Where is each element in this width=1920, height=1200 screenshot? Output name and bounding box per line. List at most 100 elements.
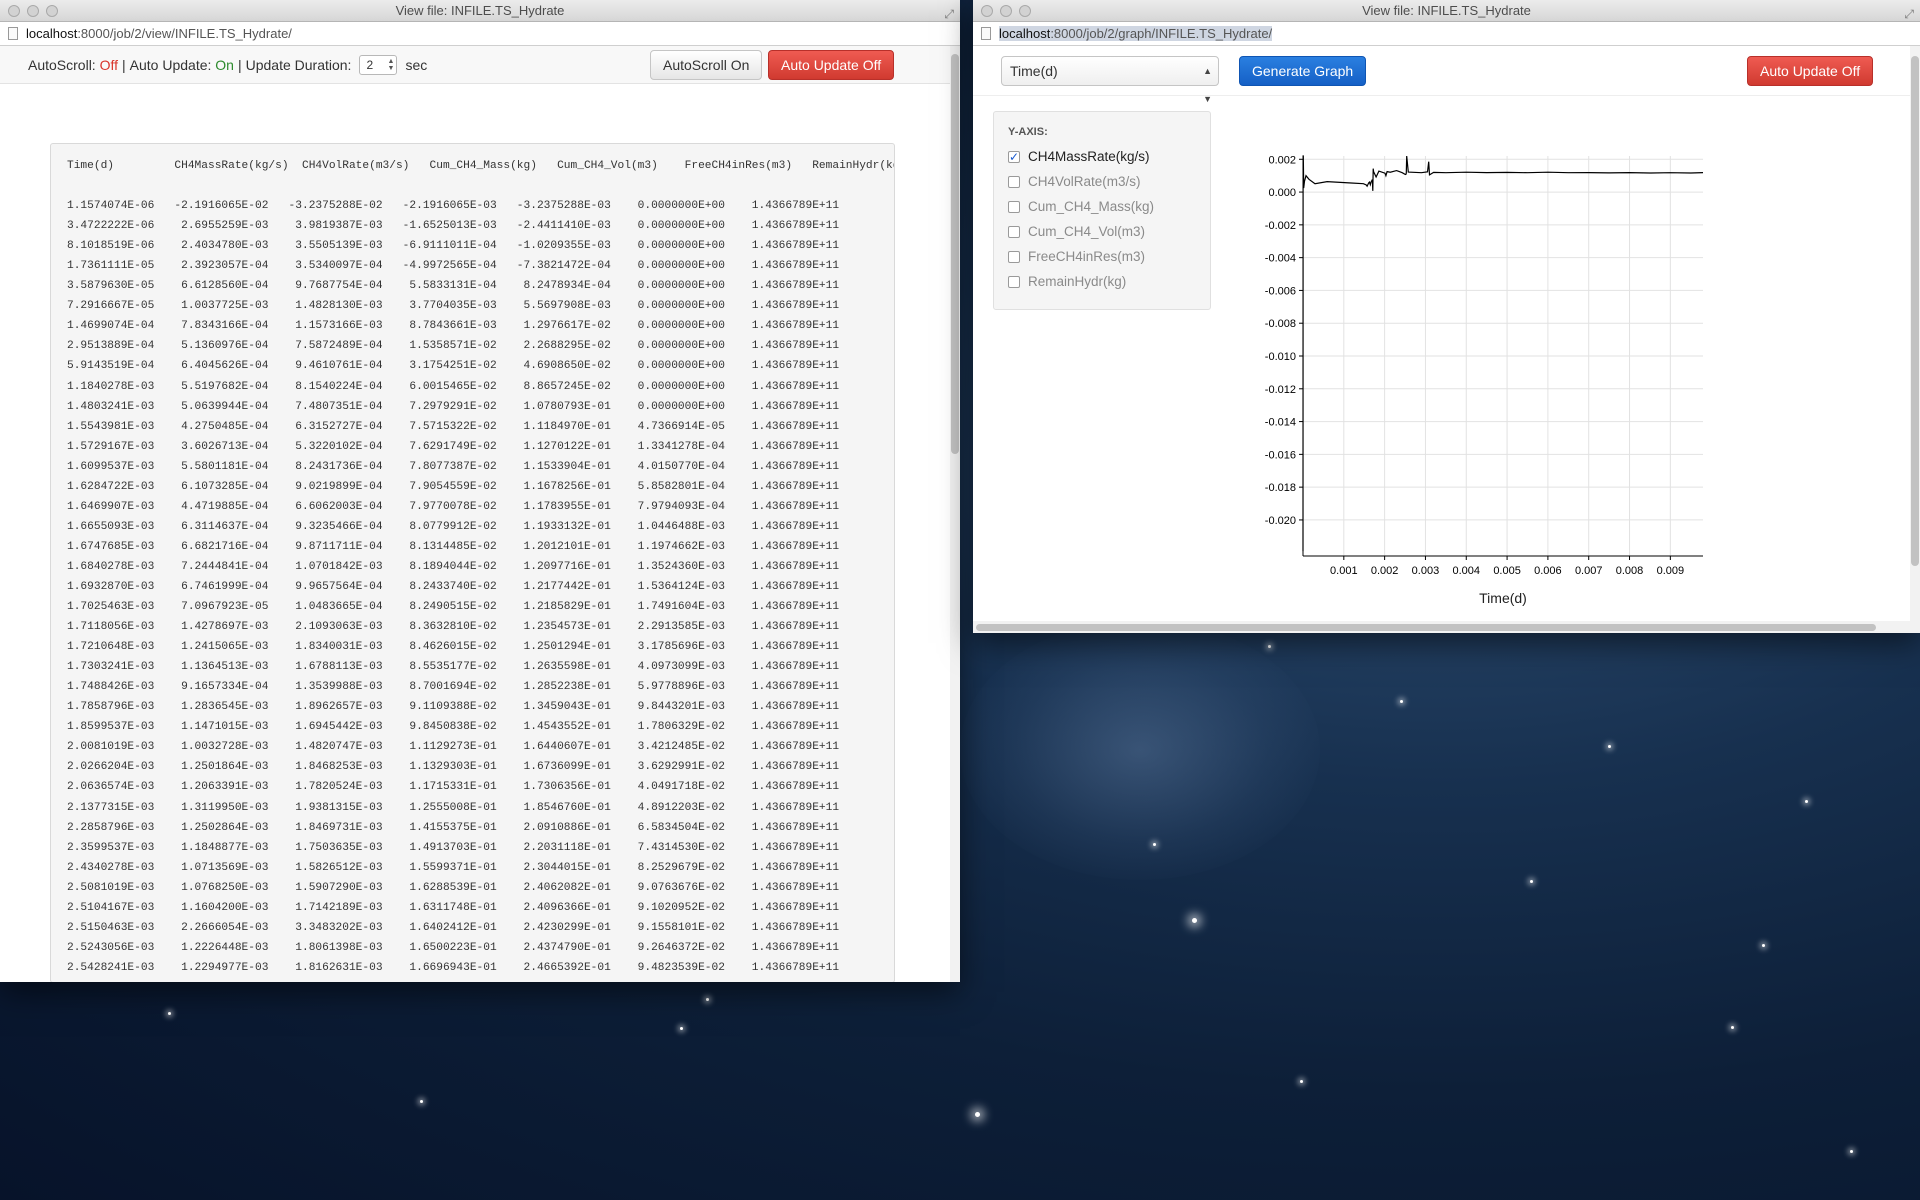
file-view-window: View file: INFILE.TS_Hydrate ⤢ localhost… bbox=[0, 0, 960, 982]
vertical-scrollbar[interactable] bbox=[1910, 46, 1920, 621]
horizontal-scrollbar[interactable] bbox=[973, 621, 1920, 633]
x-tick-label: 0.007 bbox=[1575, 565, 1603, 577]
autoscroll-state: Off bbox=[99, 56, 119, 73]
star bbox=[1400, 700, 1403, 703]
y-axis-option[interactable]: FreeCH4inRes(m3) bbox=[1008, 244, 1196, 269]
y-axis-option[interactable]: CH4VolRate(m3/s) bbox=[1008, 169, 1196, 194]
x-tick-label: 0.002 bbox=[1371, 565, 1399, 577]
checkbox[interactable] bbox=[1008, 200, 1020, 213]
x-axis-select-value: Time(d) bbox=[1010, 63, 1058, 79]
scrollbar-thumb[interactable] bbox=[951, 54, 959, 454]
close-button[interactable] bbox=[8, 5, 20, 17]
page-icon bbox=[8, 27, 18, 40]
url-path: :8000/job/2/view/INFILE.TS_Hydrate/ bbox=[77, 26, 292, 41]
vertical-scrollbar[interactable] bbox=[950, 46, 960, 982]
scrollbar-thumb[interactable] bbox=[1911, 56, 1919, 566]
x-tick-label: 0.004 bbox=[1452, 565, 1480, 577]
y-axis-panel: Y-AXIS: ✓ CH4MassRate(kg/s) CH4VolRate(m3/… bbox=[993, 111, 1211, 310]
checkbox-checked[interactable]: ✓ bbox=[1008, 150, 1020, 163]
x-tick-label: 0.008 bbox=[1616, 565, 1644, 577]
y-axis-title: Y-AXIS: bbox=[1008, 126, 1048, 138]
url-host: localhost bbox=[26, 26, 78, 41]
title-bar: View file: INFILE.TS_Hydrate ⤢ bbox=[0, 0, 960, 22]
x-axis-select[interactable]: Time(d) ▲ ▼ bbox=[1001, 56, 1219, 104]
address-bar[interactable]: localhost:8000/job/2/view/INFILE.TS_Hydr… bbox=[0, 22, 960, 46]
autoupdate-state: On bbox=[215, 56, 234, 73]
y-axis-option-label: FreeCH4inRes(m3) bbox=[1028, 249, 1146, 264]
minimize-button[interactable] bbox=[1000, 5, 1012, 17]
y-axis-option[interactable]: Cum_CH4_Vol(m3) bbox=[1008, 219, 1196, 244]
x-tick-label: 0.001 bbox=[1330, 565, 1358, 577]
star bbox=[1530, 880, 1533, 883]
window-title: View file: INFILE.TS_Hydrate bbox=[1362, 3, 1531, 18]
page-icon bbox=[981, 27, 991, 40]
star bbox=[168, 1012, 171, 1015]
autoscroll-label: AutoScroll: bbox=[28, 56, 96, 73]
x-tick-label: 0.003 bbox=[1412, 565, 1440, 577]
scrollbar-thumb[interactable] bbox=[976, 624, 1876, 631]
y-axis-option[interactable]: ✓ CH4MassRate(kg/s) bbox=[1008, 144, 1196, 169]
stepper-icon[interactable]: ▲ ▼ bbox=[388, 58, 395, 72]
star bbox=[1300, 1080, 1303, 1083]
y-tick-label: 0.000 bbox=[1268, 187, 1296, 199]
y-tick-label: -0.014 bbox=[1265, 417, 1296, 429]
star bbox=[1268, 645, 1271, 648]
duration-value: 2 bbox=[366, 57, 374, 72]
fullscreen-icon[interactable]: ⤢ bbox=[944, 3, 954, 25]
y-axis-option-label: CH4VolRate(m3/s) bbox=[1028, 174, 1141, 189]
star bbox=[1805, 800, 1808, 803]
autoupdate-label: Auto Update: bbox=[129, 56, 212, 73]
duration-input[interactable]: 2 ▲ ▼ bbox=[359, 54, 398, 75]
window-controls bbox=[8, 5, 58, 17]
checkbox[interactable] bbox=[1008, 250, 1020, 263]
star bbox=[1731, 1026, 1734, 1029]
checkbox[interactable] bbox=[1008, 225, 1020, 238]
y-axis-option[interactable]: Cum_CH4_Mass(kg) bbox=[1008, 194, 1196, 219]
fullscreen-icon[interactable]: ⤢ bbox=[1904, 3, 1914, 25]
star bbox=[1608, 745, 1611, 748]
window-title: View file: INFILE.TS_Hydrate bbox=[395, 3, 565, 18]
y-tick-label: -0.008 bbox=[1265, 318, 1296, 330]
autoscroll-on-button[interactable]: AutoScroll On bbox=[650, 50, 763, 80]
y-axis-option-label: CH4MassRate(kg/s) bbox=[1028, 149, 1150, 164]
url-path: :8000/job/2/graph/INFILE.TS_Hydrate/ bbox=[1050, 26, 1273, 41]
nebula bbox=[960, 620, 1320, 880]
y-axis-option-label: Cum_CH4_Vol(m3) bbox=[1028, 224, 1146, 239]
y-tick-label: -0.010 bbox=[1265, 351, 1296, 363]
star bbox=[1762, 944, 1765, 947]
x-axis-label: Time(d) bbox=[1479, 590, 1527, 606]
window-controls bbox=[981, 5, 1031, 17]
y-tick-label: 0.002 bbox=[1268, 154, 1296, 166]
y-axis-option-label: RemainHydr(kg) bbox=[1028, 274, 1127, 289]
checkbox[interactable] bbox=[1008, 175, 1020, 188]
y-tick-label: -0.018 bbox=[1265, 482, 1296, 494]
star bbox=[680, 1027, 683, 1030]
duration-label: Update Duration: bbox=[245, 56, 352, 73]
url-host: localhost bbox=[999, 26, 1051, 41]
x-tick-label: 0.005 bbox=[1493, 565, 1521, 577]
checkbox[interactable] bbox=[1008, 275, 1020, 288]
y-tick-label: -0.006 bbox=[1265, 285, 1296, 297]
y-axis-option-label: Cum_CH4_Mass(kg) bbox=[1028, 199, 1155, 214]
star bbox=[706, 998, 709, 1001]
y-axis-option[interactable]: RemainHydr(kg) bbox=[1008, 269, 1196, 294]
y-tick-label: -0.016 bbox=[1265, 449, 1296, 461]
duration-unit: sec bbox=[405, 56, 428, 73]
star bbox=[1850, 1150, 1853, 1153]
y-tick-label: -0.004 bbox=[1265, 253, 1296, 265]
title-bar: View file: INFILE.TS_Hydrate ⤢ bbox=[973, 0, 1920, 22]
address-bar[interactable]: localhost:8000/job/2/graph/INFILE.TS_Hyd… bbox=[973, 22, 1920, 46]
separator: | bbox=[237, 56, 242, 73]
auto-update-off-button[interactable]: Auto Update Off bbox=[768, 50, 895, 80]
zoom-button[interactable] bbox=[46, 5, 58, 17]
series-line bbox=[1302, 155, 1704, 552]
star bbox=[975, 1112, 980, 1117]
file-contents: Time(d) CH4MassRate(kg/s) CH4VolRate(m3/… bbox=[50, 143, 895, 982]
y-tick-label: -0.002 bbox=[1265, 220, 1296, 232]
close-button[interactable] bbox=[981, 5, 993, 17]
y-tick-label: -0.012 bbox=[1265, 384, 1296, 396]
x-tick-label: 0.006 bbox=[1534, 565, 1562, 577]
y-tick-label: -0.020 bbox=[1265, 515, 1296, 527]
minimize-button[interactable] bbox=[27, 5, 39, 17]
zoom-button[interactable] bbox=[1019, 5, 1031, 17]
